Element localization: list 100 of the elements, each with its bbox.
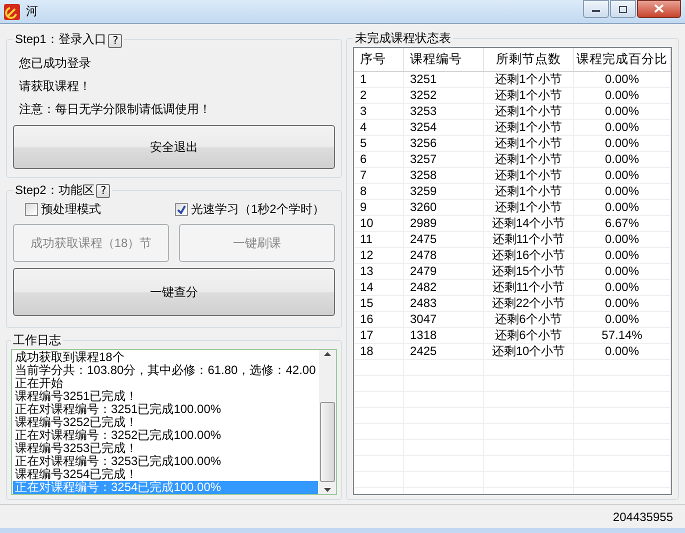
table-cell: 1 [354,72,404,87]
table-cell: 6 [354,152,404,167]
column-header[interactable]: 所剩节点数 [484,48,574,71]
table-cell: 0.00% [574,264,671,279]
group-title: Step1：登录入口 [15,30,106,48]
logout-button[interactable]: 安全退出 [13,125,335,169]
close-button[interactable] [637,0,681,18]
table-cell: 0.00% [574,184,671,199]
table-cell: 5 [354,136,404,151]
table-cell: 还剩1个小节 [484,168,574,183]
table-cell: 还剩10个小节 [484,344,574,359]
maximize-button[interactable] [610,0,636,18]
table-cell: 还剩1个小节 [484,136,574,151]
info-text: 请获取课程！ [18,78,92,95]
info-text: 您已成功登录 [18,55,92,72]
scrollbar[interactable] [319,350,336,494]
table-cell: 还剩1个小节 [484,72,574,87]
table-cell: 2479 [404,264,484,279]
table-cell: 2425 [404,344,484,359]
table-cell: 3253 [404,104,484,119]
table-cell: 3047 [404,312,484,327]
table-cell: 10 [354,216,404,231]
table-cell: 3252 [404,88,484,103]
table-cell: 还剩14个小节 [484,216,574,231]
table-cell: 0.00% [574,168,671,183]
log-line[interactable]: 课程编号3253已完成！ [13,442,318,455]
help-button[interactable]: ? [108,34,122,48]
table-cell: 3251 [404,72,484,87]
scroll-up-icon[interactable] [324,352,331,356]
table-cell: 3258 [404,168,484,183]
table-cell: 还剩22个小节 [484,296,574,311]
table-cell: 0.00% [574,88,671,103]
table-cell: 11 [354,232,404,247]
column-header[interactable]: 序号 [354,48,404,71]
table-cell: 0.00% [574,200,671,215]
scroll-down-icon[interactable] [324,488,331,492]
table-cell: 0.00% [574,344,671,359]
table-cell: 3257 [404,152,484,167]
checkbox[interactable] [25,203,38,216]
log-line[interactable]: 正在对课程编号：3251已完成100.00% [13,403,318,416]
table-cell: 还剩1个小节 [484,88,574,103]
window-title: 河 [26,3,38,20]
table-cell: 还剩15个小节 [484,264,574,279]
table-cell: 2478 [404,248,484,263]
minimize-button[interactable] [583,0,609,18]
table-cell: 9 [354,200,404,215]
table-cell: 0.00% [574,296,671,311]
table-cell: 还剩11个小节 [484,280,574,295]
table-cell: 还剩1个小节 [484,120,574,135]
log-line[interactable]: 正在对课程编号：3253已完成100.00% [13,455,318,468]
table-cell: 0.00% [574,72,671,87]
checkbox[interactable] [175,203,188,216]
table-cell: 还剩1个小节 [484,184,574,199]
log-line[interactable]: 课程编号3251已完成！ [13,390,318,403]
info-text: 注意：每日无学分限制请低调使用！ [18,101,212,118]
checkbox-label: 光速学习（1秒2个学时） [191,201,324,218]
group-title: 未完成课程状态表 [355,30,451,47]
table-cell: 2 [354,88,404,103]
table-cell: 2483 [404,296,484,311]
table-cell: 15 [354,296,404,311]
log-line[interactable]: 当前学分共：103.80分，其中必修：61.80，选修：42.00 [13,364,318,377]
column-header[interactable]: 课程编号 [404,48,484,71]
table-cell: 0.00% [574,248,671,263]
log-line[interactable]: 课程编号3252已完成！ [13,416,318,429]
log-line[interactable]: 正在对课程编号：3252已完成100.00% [13,429,318,442]
log-line[interactable]: 正在开始 [13,377,318,390]
maximize-icon [618,5,628,13]
app-icon [4,4,20,20]
check-score-button[interactable]: 一键查分 [13,268,335,316]
table-cell: 3259 [404,184,484,199]
table-cell: 7 [354,168,404,183]
help-button[interactable]: ? [96,184,110,198]
checkbox-label: 预处理模式 [41,201,101,218]
table-cell: 还剩1个小节 [484,104,574,119]
table-cell: 3 [354,104,404,119]
table-cell: 0.00% [574,312,671,327]
log-list[interactable]: 成功获取到课程18个 当前学分共：103.80分，其中必修：61.80，选修：42.00 正在开始 课程编号3251已完成！ 正在对课程编号：3251已完成100.00% 课程编号3252已完成！ 正在对课程编号：3252已完成100.00% 课程编号3253已完成！ 正在对课程编号：3253已完成100.00% 课程编号3254已完成！ 正在对课程编号：3254已完成100.00% [11,349,337,495]
table-cell: 2989 [404,216,484,231]
column-header[interactable]: 课程完成百分比 [574,48,671,71]
table-cell: 0.00% [574,280,671,295]
table-cell: 0.00% [574,136,671,151]
log-line[interactable]: 成功获取到课程18个 [13,351,318,364]
table-cell: 0.00% [574,152,671,167]
table-cell: 3256 [404,136,484,151]
table-cell: 1318 [404,328,484,343]
table-cell: 2482 [404,280,484,295]
table-cell: 18 [354,344,404,359]
table-cell: 6.67% [574,216,671,231]
table-cell: 0.00% [574,232,671,247]
table-cell: 12 [354,248,404,263]
table-cell: 还剩6个小节 [484,328,574,343]
close-icon [654,4,664,13]
group-title: Step2：功能区 [15,182,94,199]
table-cell: 4 [354,120,404,135]
table-cell: 14 [354,280,404,295]
table-cell: 3260 [404,200,484,215]
table-cell: 0.00% [574,120,671,135]
table-cell: 17 [354,328,404,343]
group-title: 工作日志 [13,332,61,349]
log-line[interactable]: 课程编号3254已完成！ [13,468,318,481]
